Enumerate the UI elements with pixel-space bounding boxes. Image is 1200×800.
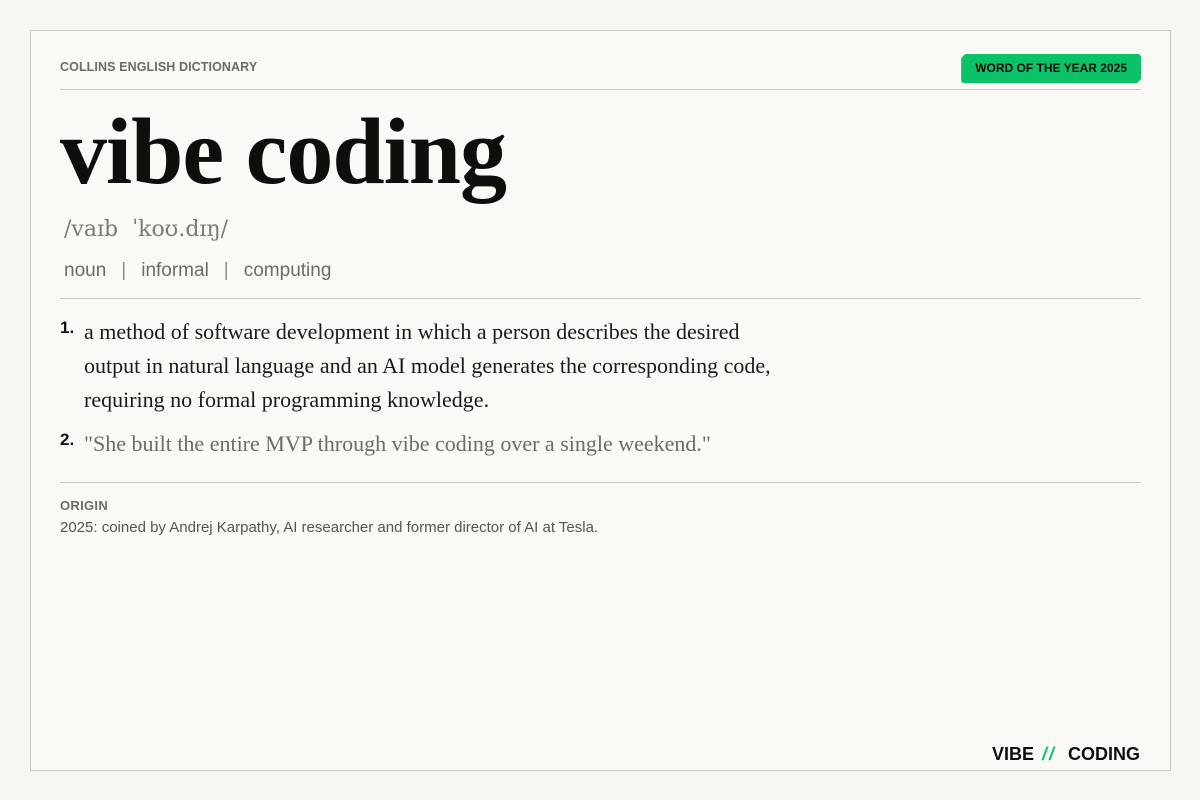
- sense-number: 1.: [60, 318, 75, 337]
- brand-right: CODING: [1068, 744, 1140, 764]
- pos-informal: informal: [141, 260, 209, 281]
- senses-list: 1. a method of software development in w…: [60, 315, 800, 461]
- sense-example: 2. "She built the entire MVP through vib…: [60, 427, 800, 461]
- pos-separator: |: [223, 260, 229, 281]
- sense-text: "She built the entire MVP through vibe c…: [84, 431, 711, 456]
- sense-definition: 1. a method of software development in w…: [60, 315, 800, 417]
- word-of-the-year-badge: WORD OF THE YEAR 2025: [961, 54, 1141, 83]
- parts-of-speech: noun | informal | computing: [64, 260, 331, 282]
- divider: [60, 298, 1141, 299]
- sense-number: 2.: [60, 430, 75, 449]
- pos-computing: computing: [243, 260, 332, 281]
- brand-mark: VIBE // CODING: [992, 744, 1140, 765]
- dictionary-card: COLLINS ENGLISH DICTIONARY WORD OF THE Y…: [30, 30, 1171, 771]
- divider: [60, 482, 1141, 483]
- card-header: COLLINS ENGLISH DICTIONARY WORD OF THE Y…: [60, 54, 1141, 90]
- pronunciation: /vaɪb ˈkoʊ.dɪŋ/: [64, 217, 229, 242]
- brand-divider: //: [1041, 744, 1056, 764]
- headword: vibe coding: [60, 100, 507, 204]
- origin-label: ORIGIN: [60, 498, 109, 513]
- origin-text: 2025: coined by Andrej Karpathy, AI rese…: [60, 519, 599, 536]
- pos-separator: |: [121, 260, 127, 281]
- publisher-name: COLLINS ENGLISH DICTIONARY: [60, 60, 258, 74]
- pos-noun: noun: [64, 260, 107, 281]
- sense-text: a method of software development in whic…: [84, 319, 771, 412]
- brand-left: VIBE: [991, 744, 1034, 764]
